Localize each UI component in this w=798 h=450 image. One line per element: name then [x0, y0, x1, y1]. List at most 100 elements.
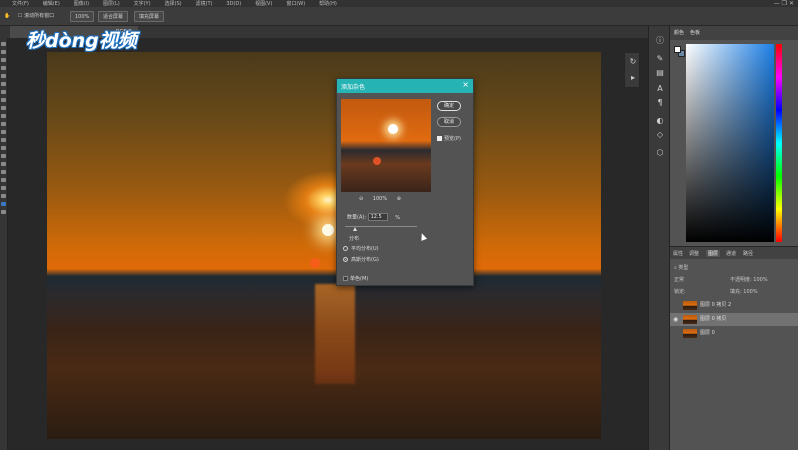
actions-icon[interactable]: ▸	[628, 73, 638, 83]
layer-row-selected[interactable]: ◉ 图层 0 拷贝	[670, 313, 798, 326]
hand-tool-icon[interactable]	[1, 186, 6, 190]
gaussian-radio[interactable]: 高斯分布(G)	[343, 256, 379, 263]
shape-tool-icon[interactable]	[1, 178, 6, 182]
zoom-100-button[interactable]: 100%	[70, 11, 95, 22]
amount-label: 数量(A):	[347, 214, 367, 221]
tab-layers[interactable]: 图层	[706, 250, 721, 257]
sun-reflection	[315, 284, 355, 384]
tools-panel	[0, 38, 8, 450]
path-select-tool-icon[interactable]	[1, 170, 6, 174]
blend-mode-select[interactable]: 正常	[674, 276, 684, 283]
lasso-tool-icon[interactable]	[1, 58, 6, 62]
layers-panel-tabs: 属性 调整 图层 通道 路径	[670, 247, 798, 259]
layer-row[interactable]: 图层 0	[670, 327, 798, 340]
tab-paths[interactable]: 路径	[743, 250, 753, 257]
3d-icon[interactable]: ⬡	[655, 148, 665, 158]
quick-mask-icon[interactable]	[1, 202, 6, 206]
color-panel-tabs: 颜色 色板	[670, 26, 798, 40]
layer-name: 图层 0	[700, 330, 715, 336]
radio-selected-icon	[343, 257, 348, 262]
zoom-out-icon[interactable]: ⊖	[359, 196, 363, 202]
layer-row[interactable]: 图层 0 拷贝 2	[670, 299, 798, 312]
quick-select-tool-icon[interactable]	[1, 66, 6, 70]
tab-adjustments[interactable]: 调整	[689, 250, 699, 257]
history-icon[interactable]: ↻	[628, 57, 638, 67]
close-icon[interactable]: ×	[462, 80, 469, 89]
gradient-tool-icon[interactable]	[1, 130, 6, 134]
history-brush-tool-icon[interactable]	[1, 114, 6, 118]
hand-tool-icon[interactable]: ✋	[4, 11, 10, 22]
monochrome-label: 单色(M)	[350, 276, 369, 282]
uniform-radio[interactable]: 平均分布(U)	[343, 245, 379, 252]
preview-checkbox[interactable]: 预览(P)	[437, 135, 461, 142]
amount-row: 数量(A): 12.5 %	[347, 213, 400, 221]
opacity-field[interactable]: 不透明度: 100%	[730, 276, 768, 283]
eraser-tool-icon[interactable]	[1, 122, 6, 126]
tool-presets-icon[interactable]: ▤	[655, 68, 665, 78]
character-icon[interactable]: A	[655, 84, 665, 94]
move-tool-icon[interactable]	[1, 42, 6, 46]
cancel-button[interactable]: 取消	[437, 117, 461, 127]
monochrome-checkbox[interactable]: 单色(M)	[343, 275, 368, 282]
fill-field[interactable]: 填充: 100%	[730, 288, 758, 295]
tab-channels[interactable]: 通道	[726, 250, 736, 257]
layer-thumbnail	[683, 301, 697, 310]
dodge-tool-icon[interactable]	[1, 146, 6, 150]
ok-button[interactable]: 确定	[437, 101, 461, 111]
dialog-titlebar[interactable]: 添加杂色 ×	[337, 79, 473, 93]
distribution-label: 分布	[349, 236, 360, 242]
window-controls[interactable]: — ❐ ✕	[774, 0, 794, 7]
layers-panel: 属性 调整 图层 通道 路径 ⌕ 类型 正常 不透明度: 100% 锁定: 填充…	[670, 246, 798, 450]
lock-label: 锁定:	[674, 289, 686, 295]
layer-kind-filter[interactable]: ⌕ 类型	[674, 264, 688, 271]
zoom-tool-icon[interactable]	[1, 194, 6, 198]
tab-properties[interactable]: 属性	[673, 250, 683, 257]
mini-panel-strip: ↻ ▸	[624, 52, 640, 88]
healing-tool-icon[interactable]	[1, 90, 6, 94]
info-icon[interactable]: ⓘ	[655, 36, 665, 46]
amount-input[interactable]: 12.5	[367, 213, 388, 221]
tab-swatches[interactable]: 色板	[690, 29, 700, 36]
styles-icon[interactable]: ◐	[655, 116, 665, 126]
amount-unit: %	[395, 214, 400, 221]
hue-slider[interactable]	[776, 44, 782, 242]
uniform-label: 平均分布(U)	[351, 246, 379, 252]
glyphs-icon[interactable]: ◇	[655, 130, 665, 140]
blur-tool-icon[interactable]	[1, 138, 6, 142]
type-tool-icon[interactable]	[1, 162, 6, 166]
stamp-tool-icon[interactable]	[1, 106, 6, 110]
foreground-color-swatch[interactable]	[674, 46, 681, 53]
preview-zoom-row: ⊖ 100% ⊕	[359, 196, 401, 202]
preview-label: 预览(P)	[444, 136, 461, 142]
eyedropper-tool-icon[interactable]	[1, 82, 6, 86]
layer-thumbnail	[683, 329, 697, 338]
fill-screen-button[interactable]: 填充屏幕	[134, 11, 165, 22]
fit-screen-button[interactable]: 适合屏幕	[98, 11, 129, 22]
filter-preview[interactable]	[341, 99, 431, 192]
paragraph-icon[interactable]: ¶	[655, 98, 665, 108]
layer-name: 图层 0 拷贝 2	[700, 302, 732, 308]
gaussian-label: 高斯分布(G)	[351, 257, 379, 263]
tab-color[interactable]: 颜色	[674, 29, 684, 36]
screen-mode-icon[interactable]	[1, 210, 6, 214]
menu-bar: 文件(F) 编辑(E) 图像(I) 图层(L) 文字(Y) 选择(S) 滤镜(T…	[0, 0, 798, 7]
color-field[interactable]	[686, 44, 774, 242]
visibility-eye-icon[interactable]: ◉	[673, 313, 678, 326]
pen-tool-icon[interactable]	[1, 154, 6, 158]
checkbox-checked-icon	[437, 136, 442, 141]
layer-name: 图层 0 拷贝	[700, 316, 727, 322]
crop-tool-icon[interactable]	[1, 74, 6, 78]
preview-flare	[373, 157, 381, 165]
scroll-all-label: 滚动所有窗口	[24, 13, 55, 19]
preview-sun	[388, 124, 398, 134]
add-noise-dialog: 添加杂色 × 确定 取消 预览(P) ⊖ 100% ⊕ 数量(A): 12.5 …	[336, 78, 474, 286]
layer-thumbnail	[683, 315, 697, 324]
brush-presets-icon[interactable]: ✎	[655, 54, 665, 64]
marquee-tool-icon[interactable]	[1, 50, 6, 54]
zoom-in-icon[interactable]: ⊕	[397, 196, 401, 202]
document-canvas[interactable]	[47, 52, 601, 439]
amount-slider-thumb[interactable]	[353, 227, 357, 231]
brush-tool-icon[interactable]	[1, 98, 6, 102]
options-bar: ✋ ☐ 滚动所有窗口 100% 适合屏幕 填充屏幕	[0, 7, 798, 26]
scroll-all-windows-checkbox[interactable]: ☐ 滚动所有窗口	[18, 11, 54, 22]
